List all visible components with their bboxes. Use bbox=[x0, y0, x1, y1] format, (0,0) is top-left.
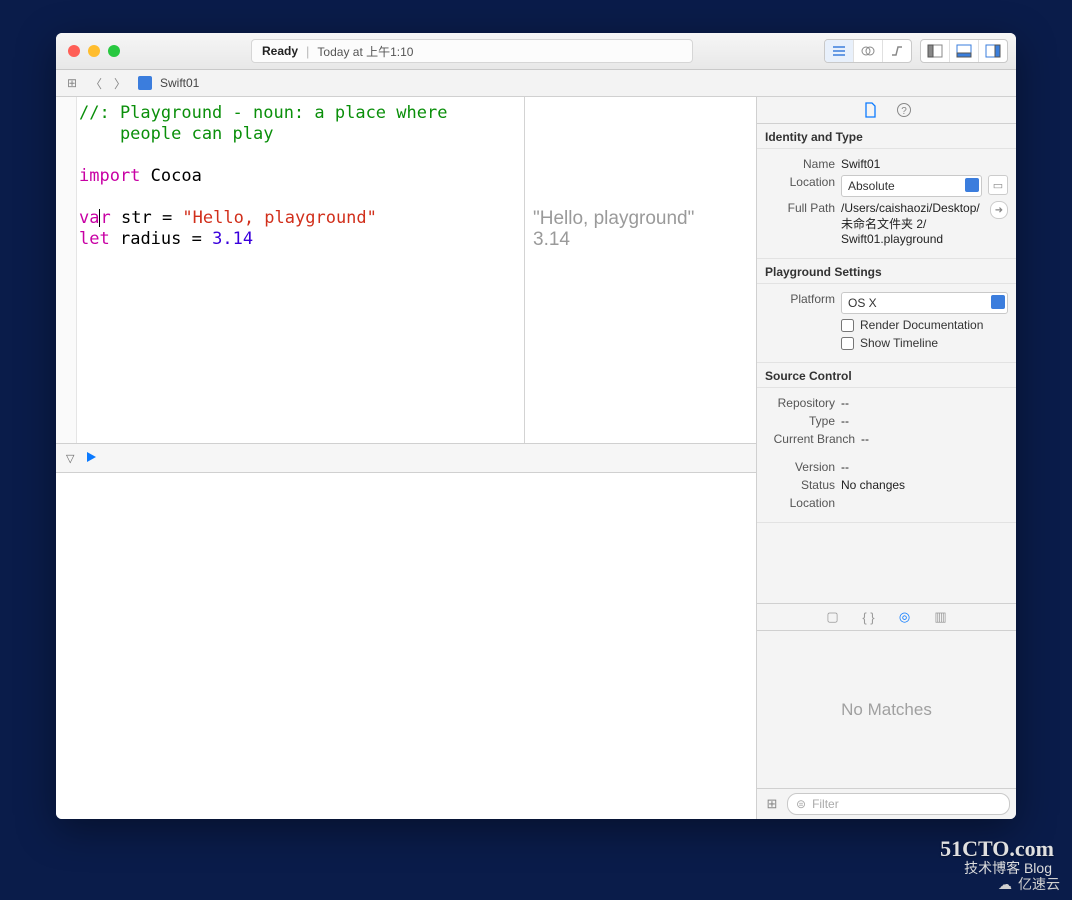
status-timestamp: Today at 上午1:10 bbox=[317, 43, 413, 60]
results-sidebar: "Hello, playground" 3.14 bbox=[524, 97, 756, 443]
chevron-down-icon bbox=[991, 295, 1005, 309]
toggle-debug-button[interactable] bbox=[950, 40, 979, 62]
standard-editor-button[interactable] bbox=[825, 40, 854, 62]
library-bottom-bar: ⊞ ⊜ Filter bbox=[757, 788, 1016, 819]
toggle-navigator-button[interactable] bbox=[921, 40, 950, 62]
titlebar: Ready | Today at 上午1:10 bbox=[56, 33, 1016, 70]
console-output[interactable] bbox=[56, 473, 756, 819]
toggle-inspector-button[interactable] bbox=[979, 40, 1007, 62]
code-snippet-library-tab[interactable]: { } bbox=[860, 608, 878, 626]
cloud-icon: ☁ bbox=[998, 876, 1012, 893]
full-path-value: /Users/caishaozi/Desktop/ 未命名文件夹 2/ Swif… bbox=[841, 201, 984, 246]
show-timeline-checkbox[interactable]: Show Timeline bbox=[841, 336, 938, 350]
editor-mode-group bbox=[824, 39, 912, 63]
result-line-2: 3.14 bbox=[533, 229, 748, 250]
media-library-tab[interactable]: ▥ bbox=[932, 608, 950, 626]
object-library-tab[interactable]: ◎ bbox=[896, 608, 914, 626]
jump-bar: ⊞ 〈 〉 Swift01 bbox=[56, 70, 1016, 97]
playground-section-title: Playground Settings bbox=[757, 259, 1016, 284]
library-filter-input[interactable]: ⊜ Filter bbox=[787, 793, 1010, 815]
identity-section-title: Identity and Type bbox=[757, 124, 1016, 149]
zoom-window-button[interactable] bbox=[108, 45, 120, 57]
file-name[interactable]: Swift01 bbox=[160, 76, 199, 90]
traffic-lights bbox=[68, 45, 120, 57]
close-window-button[interactable] bbox=[68, 45, 80, 57]
chevron-down-icon bbox=[965, 178, 979, 192]
debug-bar: ▽ bbox=[56, 443, 756, 473]
swift-file-icon bbox=[138, 76, 152, 90]
version-editor-button[interactable] bbox=[883, 40, 911, 62]
quick-help-tab[interactable]: ? bbox=[896, 102, 912, 118]
playground-section: Platform OS X Render Documentation bbox=[757, 284, 1016, 363]
activity-status: Ready | Today at 上午1:10 bbox=[251, 39, 693, 63]
back-button[interactable]: 〈 bbox=[86, 73, 106, 93]
location-select[interactable]: Absolute bbox=[841, 175, 982, 197]
related-items-icon[interactable]: ⊞ bbox=[62, 76, 82, 90]
editor-column: //: Playground - noun: a place where peo… bbox=[56, 97, 757, 819]
status-text: Ready bbox=[262, 44, 298, 58]
render-documentation-checkbox[interactable]: Render Documentation bbox=[841, 318, 983, 332]
grid-view-icon[interactable]: ⊞ bbox=[763, 795, 781, 813]
forward-button[interactable]: 〉 bbox=[110, 73, 130, 93]
svg-text:?: ? bbox=[901, 106, 907, 117]
library-tabs: ▢ { } ◎ ▥ bbox=[757, 603, 1016, 631]
code-editor[interactable]: //: Playground - noun: a place where peo… bbox=[77, 97, 524, 443]
name-field[interactable]: Swift01 bbox=[841, 157, 1008, 171]
file-template-library-tab[interactable]: ▢ bbox=[824, 608, 842, 626]
scm-section: Repository-- Type-- Current Branch-- Ver… bbox=[757, 388, 1016, 523]
gutter bbox=[56, 97, 77, 443]
xcode-window: Ready | Today at 上午1:10 bbox=[56, 33, 1016, 819]
watermark-yisu: ☁ 亿速云 bbox=[998, 874, 1060, 894]
library-empty-label: No Matches bbox=[757, 631, 1016, 788]
scm-section-title: Source Control bbox=[757, 363, 1016, 388]
result-line-1: "Hello, playground" bbox=[533, 208, 748, 229]
inspector-panel: ? Identity and Type Name Swift01 Locatio… bbox=[757, 97, 1016, 819]
console-toggle-icon[interactable]: ▽ bbox=[66, 452, 74, 465]
file-inspector-tab[interactable] bbox=[862, 102, 878, 118]
reveal-in-finder-button[interactable]: ➜ bbox=[990, 201, 1008, 219]
minimize-window-button[interactable] bbox=[88, 45, 100, 57]
choose-location-button[interactable]: ▭ bbox=[988, 175, 1008, 195]
inspector-tabs: ? bbox=[757, 97, 1016, 124]
platform-select[interactable]: OS X bbox=[841, 292, 1008, 314]
run-playground-button[interactable] bbox=[84, 450, 98, 467]
filter-icon: ⊜ bbox=[796, 797, 806, 811]
view-toggles-group bbox=[920, 39, 1008, 63]
assistant-editor-button[interactable] bbox=[854, 40, 883, 62]
identity-section: Name Swift01 Location Absolute ▭ Full Pa… bbox=[757, 149, 1016, 259]
